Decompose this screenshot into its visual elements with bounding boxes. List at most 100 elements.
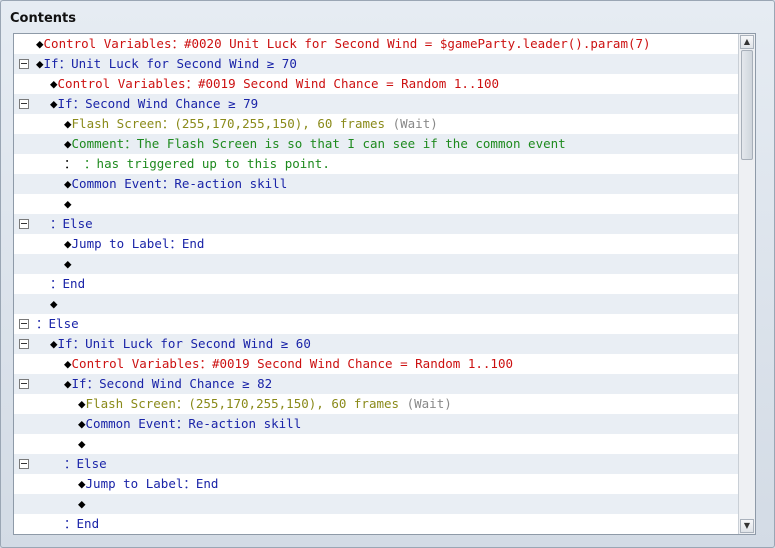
panel-title: Contents <box>10 11 76 26</box>
command-row[interactable]: ：End <box>14 514 738 534</box>
vertical-scrollbar[interactable]: ▲ ▼ <box>738 34 755 534</box>
collapse-toggle-icon[interactable] <box>19 99 29 109</box>
command-segment: ： <box>64 456 77 471</box>
command-segment: ： <box>76 156 97 171</box>
command-segment: Second Wind Chance ≥ 82 <box>99 376 273 391</box>
command-text: ◆If：Second Wind Chance ≥ 79 <box>50 94 258 114</box>
command-segment: If： <box>43 56 72 71</box>
command-segment: Else <box>48 316 79 331</box>
scroll-up-button[interactable]: ▲ <box>740 35 754 49</box>
command-row[interactable]: ： ：has triggered up to this point. <box>14 154 738 174</box>
command-text: ◆ <box>78 434 86 454</box>
command-row[interactable]: ：Else <box>14 214 738 234</box>
collapse-toggle-icon[interactable] <box>19 339 29 349</box>
command-segment: Else <box>76 456 107 471</box>
command-text: ：End <box>50 274 85 294</box>
command-marker: ◆ <box>78 496 86 511</box>
command-segment: #0019 Second Wind Chance = Random 1..100 <box>211 356 513 371</box>
command-row[interactable]: ◆Comment：The Flash Screen is so that I c… <box>14 134 738 154</box>
collapse-toggle-icon[interactable] <box>19 219 29 229</box>
command-segment: (255,170,255,150), 60 frames <box>188 396 407 411</box>
command-row[interactable]: ◆If：Second Wind Chance ≥ 79 <box>14 94 738 114</box>
command-text: ◆Control Variables：#0019 Second Wind Cha… <box>64 354 513 374</box>
command-marker: ◆ <box>64 256 72 271</box>
command-text: ◆Jump to Label：End <box>78 474 218 494</box>
command-row[interactable]: ◆If：Unit Luck for Second Wind ≥ 70 <box>14 54 738 74</box>
command-segment: Control Variables： <box>71 356 212 371</box>
command-marker: ◆ <box>64 376 72 391</box>
command-marker: ◆ <box>64 356 72 371</box>
event-command-list[interactable]: ◆Control Variables：#0020 Unit Luck for S… <box>13 33 756 535</box>
command-segment: Flash Screen： <box>71 116 175 131</box>
command-row[interactable]: ◆Flash Screen：(255,170,255,150), 60 fram… <box>14 114 738 134</box>
collapse-toggle-icon[interactable] <box>19 379 29 389</box>
command-marker: ◆ <box>78 416 86 431</box>
command-text: ◆Jump to Label：End <box>64 234 204 254</box>
command-marker: ◆ <box>78 436 86 451</box>
command-text: ：Else <box>36 314 79 334</box>
command-segment: Control Variables： <box>43 36 184 51</box>
command-segment: End <box>76 516 100 531</box>
command-segment: (255,170,255,150), 60 frames <box>174 116 393 131</box>
command-marker: ◆ <box>36 56 44 71</box>
command-text: ◆ <box>78 494 86 514</box>
scrollbar-thumb[interactable] <box>741 50 753 160</box>
command-row[interactable]: ：Else <box>14 454 738 474</box>
command-marker: ◆ <box>64 136 72 151</box>
command-segment: Comment： <box>71 136 137 151</box>
command-marker: ◆ <box>50 336 58 351</box>
command-segment: ： <box>64 516 77 531</box>
command-row[interactable]: ◆If：Second Wind Chance ≥ 82 <box>14 374 738 394</box>
command-row[interactable]: ◆Control Variables：#0019 Second Wind Cha… <box>14 74 738 94</box>
command-text: ◆Common Event：Re-action skill <box>78 414 301 434</box>
command-row[interactable]: ◆Control Variables：#0020 Unit Luck for S… <box>14 34 738 54</box>
command-text: ： ：has triggered up to this point. <box>64 154 330 174</box>
command-text: ◆Common Event：Re-action skill <box>64 174 287 194</box>
command-row[interactable]: ：End <box>14 274 738 294</box>
command-segment: Second Wind Chance ≥ 79 <box>85 96 259 111</box>
command-text: ◆If：Unit Luck for Second Wind ≥ 60 <box>50 334 311 354</box>
command-segment: Unit Luck for Second Wind ≥ 60 <box>85 336 311 351</box>
command-marker: ◆ <box>78 396 86 411</box>
command-segment: #0020 Unit Luck for Second Wind = $gameP… <box>183 36 651 51</box>
command-row[interactable]: ◆Control Variables：#0019 Second Wind Cha… <box>14 354 738 374</box>
command-segment: has triggered up to this point. <box>96 156 330 171</box>
collapse-toggle-icon[interactable] <box>19 459 29 469</box>
command-segment: End <box>181 236 205 251</box>
command-row[interactable]: ◆ <box>14 194 738 214</box>
command-marker: ◆ <box>64 196 72 211</box>
scroll-down-button[interactable]: ▼ <box>740 519 754 533</box>
command-segment: #0019 Second Wind Chance = Random 1..100 <box>197 76 499 91</box>
command-text: ◆ <box>64 194 72 214</box>
command-marker: ◆ <box>64 236 72 251</box>
command-text: ◆Flash Screen：(255,170,255,150), 60 fram… <box>64 114 438 134</box>
command-segment: ： <box>50 276 63 291</box>
command-text: ◆If：Second Wind Chance ≥ 82 <box>64 374 272 394</box>
command-row[interactable]: ◆Common Event：Re-action skill <box>14 174 738 194</box>
command-segment: Jump to Label： <box>71 236 182 251</box>
collapse-toggle-icon[interactable] <box>19 59 29 69</box>
command-segment: If： <box>71 376 100 391</box>
command-row[interactable]: ◆ <box>14 434 738 454</box>
command-segment: Unit Luck for Second Wind ≥ 70 <box>71 56 297 71</box>
command-row[interactable]: ：Else <box>14 314 738 334</box>
command-row[interactable]: ◆Common Event：Re-action skill <box>14 414 738 434</box>
command-row[interactable]: ◆Jump to Label：End <box>14 474 738 494</box>
command-text: ：Else <box>50 214 93 234</box>
command-row[interactable]: ◆If：Unit Luck for Second Wind ≥ 60 <box>14 334 738 354</box>
command-marker: ◆ <box>50 76 58 91</box>
command-row[interactable]: ◆ <box>14 494 738 514</box>
command-marker: ： <box>64 156 77 171</box>
command-segment: The Flash Screen is so that I can see if… <box>136 136 566 151</box>
command-text: ◆If：Unit Luck for Second Wind ≥ 70 <box>36 54 297 74</box>
collapse-toggle-icon[interactable] <box>19 319 29 329</box>
command-marker: ◆ <box>78 476 86 491</box>
command-segment: ： <box>36 316 49 331</box>
command-segment: Re-action skill <box>188 416 302 431</box>
command-text: ◆Flash Screen：(255,170,255,150), 60 fram… <box>78 394 452 414</box>
command-segment: (Wait) <box>392 116 438 131</box>
command-row[interactable]: ◆Flash Screen：(255,170,255,150), 60 fram… <box>14 394 738 414</box>
command-row[interactable]: ◆Jump to Label：End <box>14 234 738 254</box>
command-row[interactable]: ◆ <box>14 254 738 274</box>
command-row[interactable]: ◆ <box>14 294 738 314</box>
